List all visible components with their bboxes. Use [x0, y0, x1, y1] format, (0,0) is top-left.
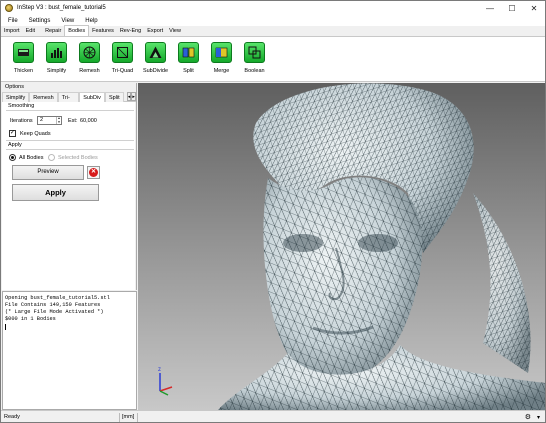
- estimate-label: Est:: [68, 118, 78, 124]
- apply-divider-top: [6, 140, 134, 141]
- subtab-remesh[interactable]: Remesh: [29, 92, 58, 102]
- remesh-label: Remesh: [79, 68, 100, 74]
- subdivide-button[interactable]: SubDivide: [139, 37, 172, 81]
- remesh-button[interactable]: Remesh: [73, 37, 106, 81]
- iterations-label: Iterations: [10, 118, 33, 124]
- iterations-spinbox[interactable]: 2 ▴ ▾: [37, 116, 62, 125]
- simplify-icon: [46, 42, 67, 63]
- menu-settings[interactable]: Settings: [29, 18, 51, 24]
- preview-button[interactable]: Preview: [12, 165, 84, 180]
- subtab-subdiv[interactable]: SubDiv: [79, 92, 105, 102]
- merge-label: Merge: [213, 68, 230, 74]
- estimate-value: 60,000: [80, 118, 97, 124]
- apply-divider: [6, 149, 134, 150]
- subtab-scroll-right-button[interactable]: ▸: [131, 92, 136, 101]
- axis-triad-icon: z: [158, 367, 173, 396]
- tab-view[interactable]: View: [166, 26, 184, 36]
- minimize-button[interactable]: —: [479, 1, 501, 15]
- all-bodies-radio[interactable]: [9, 154, 16, 161]
- tab-import[interactable]: Import: [1, 26, 23, 36]
- thicken-button[interactable]: Thicken: [7, 37, 40, 81]
- keep-quads-checkbox[interactable]: ✓: [9, 130, 16, 137]
- console-line: Opening bust_female_tutorial5.stl: [5, 295, 110, 301]
- merge-icon: [211, 42, 232, 63]
- tab-bodies[interactable]: Bodies: [64, 25, 90, 36]
- spin-arrows-icon[interactable]: ▴ ▾: [56, 116, 61, 124]
- 3d-viewport[interactable]: z: [138, 83, 545, 410]
- mesh-model: z: [158, 83, 545, 410]
- status-divider: [137, 413, 138, 422]
- tab-features[interactable]: Features: [89, 26, 117, 36]
- bodies-toolbar: Thicken Simplify Remesh Tri-Quad SubDivi…: [1, 37, 545, 82]
- settings-gear-icon[interactable]: ⚙: [525, 413, 531, 421]
- text-cursor: [5, 324, 6, 330]
- apply-button[interactable]: Apply: [12, 184, 99, 201]
- menu-file[interactable]: File: [8, 18, 18, 24]
- ribbon-tabs: Import Edit Repair Bodies Features Rev-E…: [1, 25, 545, 37]
- merge-button[interactable]: Merge: [205, 37, 238, 81]
- split-button[interactable]: Split: [172, 37, 205, 81]
- subdivide-icon: [145, 42, 166, 63]
- status-divider: [119, 413, 120, 422]
- thicken-label: Thicken: [13, 68, 34, 74]
- apply-section-title: Apply: [8, 142, 22, 148]
- tri-quad-icon: [112, 42, 133, 63]
- selected-bodies-label: Selected Bodies: [58, 155, 98, 161]
- options-subtabs: Simplify Remesh Tri-Quad SubDiv Split ◂ …: [2, 92, 136, 111]
- status-bar: Ready [mm] ⚙ ▾: [1, 410, 545, 422]
- split-label: Split: [183, 68, 194, 74]
- console-line: $000 in 1 Bodies: [5, 316, 56, 322]
- units-display: [mm]: [122, 414, 135, 420]
- app-logo-icon: [5, 4, 13, 12]
- all-bodies-label: All Bodies: [19, 155, 44, 161]
- iterations-value: 2: [40, 117, 44, 123]
- app-window: InStep V3 : bust_female_tutorial5 — ☐ ✕ …: [0, 0, 546, 423]
- smoothing-divider: [6, 110, 134, 111]
- thicken-icon: [13, 42, 34, 63]
- svg-text:z: z: [158, 367, 161, 373]
- status-ready: Ready: [4, 414, 20, 420]
- selected-bodies-radio[interactable]: [48, 154, 55, 161]
- menu-help[interactable]: Help: [85, 18, 97, 24]
- window-title: InStep V3 : bust_female_tutorial5: [17, 5, 106, 11]
- subdivide-label: SubDivide: [142, 68, 169, 74]
- menu-view[interactable]: View: [61, 18, 74, 24]
- tri-quad-button[interactable]: Tri-Quad: [106, 37, 139, 81]
- cancel-preview-button[interactable]: ✕: [87, 166, 100, 179]
- tab-rev-eng[interactable]: Rev-Eng: [117, 26, 144, 36]
- split-icon: [178, 42, 199, 63]
- status-dropdown-icon[interactable]: ▾: [537, 414, 540, 421]
- cancel-icon: ✕: [89, 168, 98, 177]
- subtab-tri-quad[interactable]: Tri-Quad: [57, 92, 80, 111]
- boolean-button[interactable]: Boolean: [238, 37, 271, 81]
- options-panel: Options Simplify Remesh Tri-Quad SubDiv …: [1, 83, 137, 290]
- subdiv-options: Smoothing Iterations 2 ▴ ▾ Est: 60,000 ✓ …: [2, 102, 135, 290]
- boolean-icon: [244, 42, 265, 63]
- console-line: (* Large File Mode Activated *): [5, 309, 104, 315]
- maximize-button[interactable]: ☐: [501, 1, 523, 15]
- remesh-icon: [79, 42, 100, 63]
- console-log[interactable]: Opening bust_female_tutorial5.stl File C…: [2, 291, 137, 410]
- title-bar: InStep V3 : bust_female_tutorial5 — ☐ ✕: [1, 1, 545, 15]
- close-button[interactable]: ✕: [523, 1, 545, 15]
- tab-repair[interactable]: Repair: [42, 26, 64, 36]
- simplify-button[interactable]: Simplify: [40, 37, 73, 81]
- subtab-split[interactable]: Split: [104, 92, 124, 102]
- tri-quad-label: Tri-Quad: [111, 68, 134, 74]
- console-line: File Contains 149,150 Features: [5, 302, 101, 308]
- simplify-label: Simplify: [46, 68, 67, 74]
- subtab-simplify[interactable]: Simplify: [2, 92, 30, 102]
- smoothing-section-title: Smoothing: [8, 103, 35, 109]
- boolean-label: Boolean: [244, 68, 265, 74]
- options-title: Options: [5, 84, 24, 90]
- tab-export[interactable]: Export: [144, 26, 166, 36]
- tab-edit[interactable]: Edit: [23, 26, 38, 36]
- keep-quads-label: Keep Quads: [20, 131, 51, 137]
